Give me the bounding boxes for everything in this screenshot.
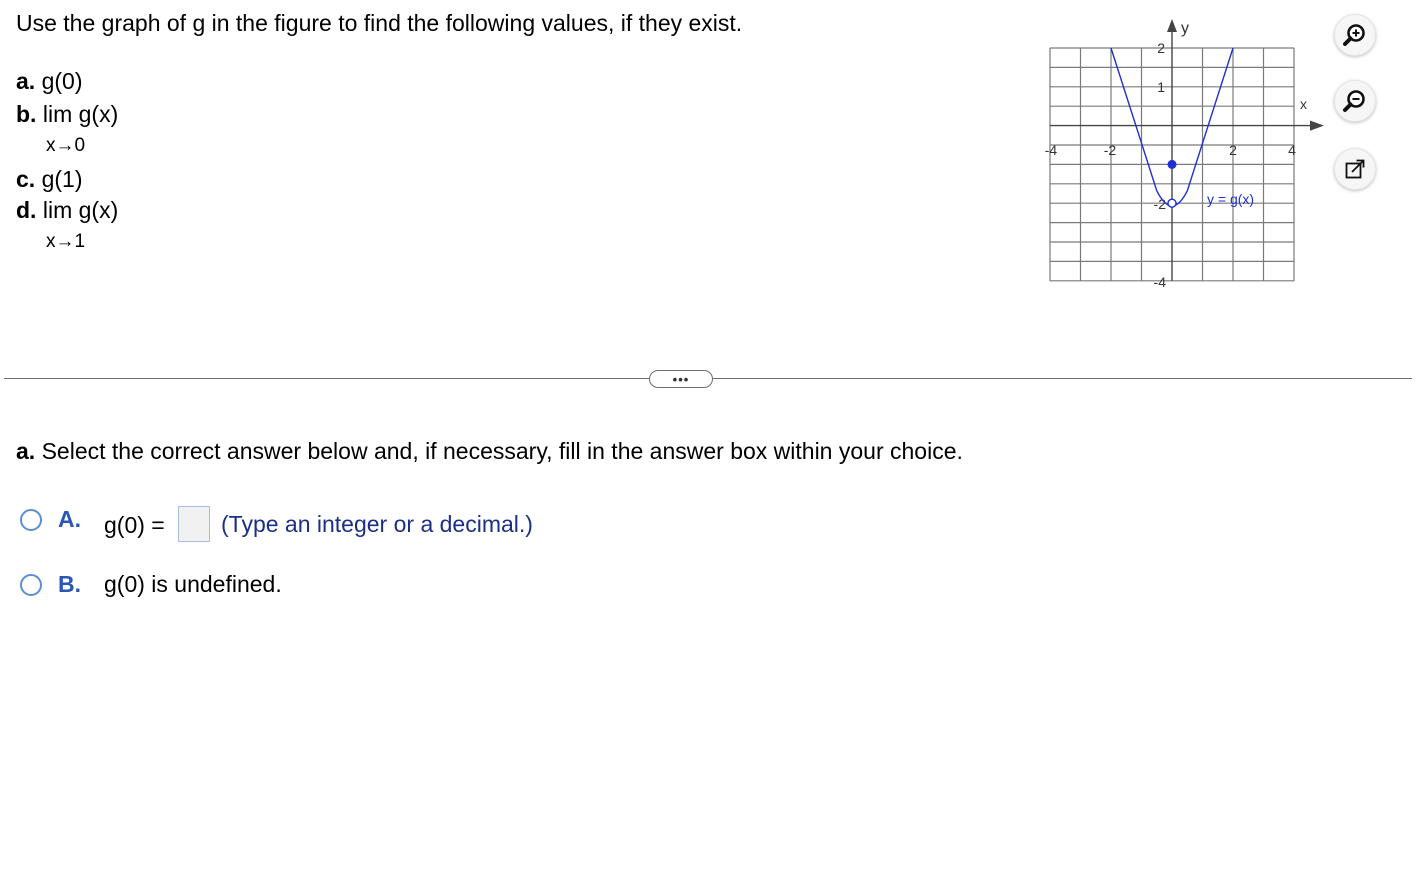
part-d: d. lim g(x) (16, 197, 118, 224)
part-d-subscript: x→1 (46, 231, 86, 252)
option-a-radio[interactable] (20, 509, 42, 531)
option-a-text: g(0) = (104, 512, 165, 538)
answer-input-box[interactable] (178, 506, 210, 542)
part-d-expression: lim g(x) (42, 197, 119, 223)
x-tick-label: 2 (1229, 142, 1237, 158)
popout-icon (1345, 159, 1365, 179)
option-b-text: g(0) is undefined. (104, 571, 282, 597)
graph-axes (1050, 26, 1318, 281)
zoom-out-button[interactable] (1334, 80, 1376, 122)
part-d-letter: d. (16, 197, 37, 223)
part-b-expression: lim g(x) (42, 101, 119, 127)
part-c-letter: c. (16, 166, 36, 192)
y-tick-label: 2 (1157, 40, 1165, 56)
part-a-expression: g(0) (41, 68, 83, 94)
option-b-letter: B. (58, 571, 81, 597)
option-b-radio[interactable] (20, 574, 42, 596)
filled-point (1167, 159, 1177, 169)
more-button[interactable]: ••• (649, 370, 713, 388)
part-c-expression: g(1) (41, 166, 83, 192)
part-a-letter: a. (16, 68, 36, 94)
question-title: Use the graph of g in the figure to find… (16, 10, 743, 36)
part-c: c. g(1) (16, 166, 82, 193)
instruction-letter: a. (16, 438, 36, 464)
y-tick-label: 1 (1157, 79, 1165, 95)
y-tick-label: -2 (1154, 196, 1167, 212)
part-b-subscript: x→0 (46, 135, 86, 156)
instruction-text: Select the correct answer below and, if … (41, 438, 963, 464)
option-a-hint: (Type an integer or a decimal.) (221, 511, 533, 537)
open-point (1167, 198, 1177, 208)
x-tick-label: -4 (1045, 142, 1058, 158)
part-a: a. g(0) (16, 68, 82, 95)
zoom-out-icon (1343, 90, 1365, 112)
y-axis-label: y (1181, 20, 1189, 37)
part-b-letter: b. (16, 101, 37, 127)
x-tick-label: 4 (1288, 142, 1296, 158)
answer-instruction: a. Select the correct answer below and, … (16, 438, 963, 465)
part-b: b. lim g(x) (16, 101, 118, 128)
curve-label: y = g(x) (1207, 191, 1254, 207)
x-axis-arrow (1310, 120, 1324, 131)
popout-button[interactable] (1334, 148, 1376, 190)
y-axis-arrow (1167, 19, 1177, 32)
x-tick-label: -2 (1104, 142, 1117, 158)
zoom-in-icon (1343, 24, 1365, 46)
option-a-letter: A. (58, 506, 81, 532)
x-axis-label: x (1300, 96, 1307, 112)
y-tick-label: -4 (1154, 274, 1167, 290)
function-graph: x y -4 -2 2 4 2 1 -2 -4 y = g(x) (1045, 19, 1324, 290)
zoom-in-button[interactable] (1334, 14, 1376, 56)
